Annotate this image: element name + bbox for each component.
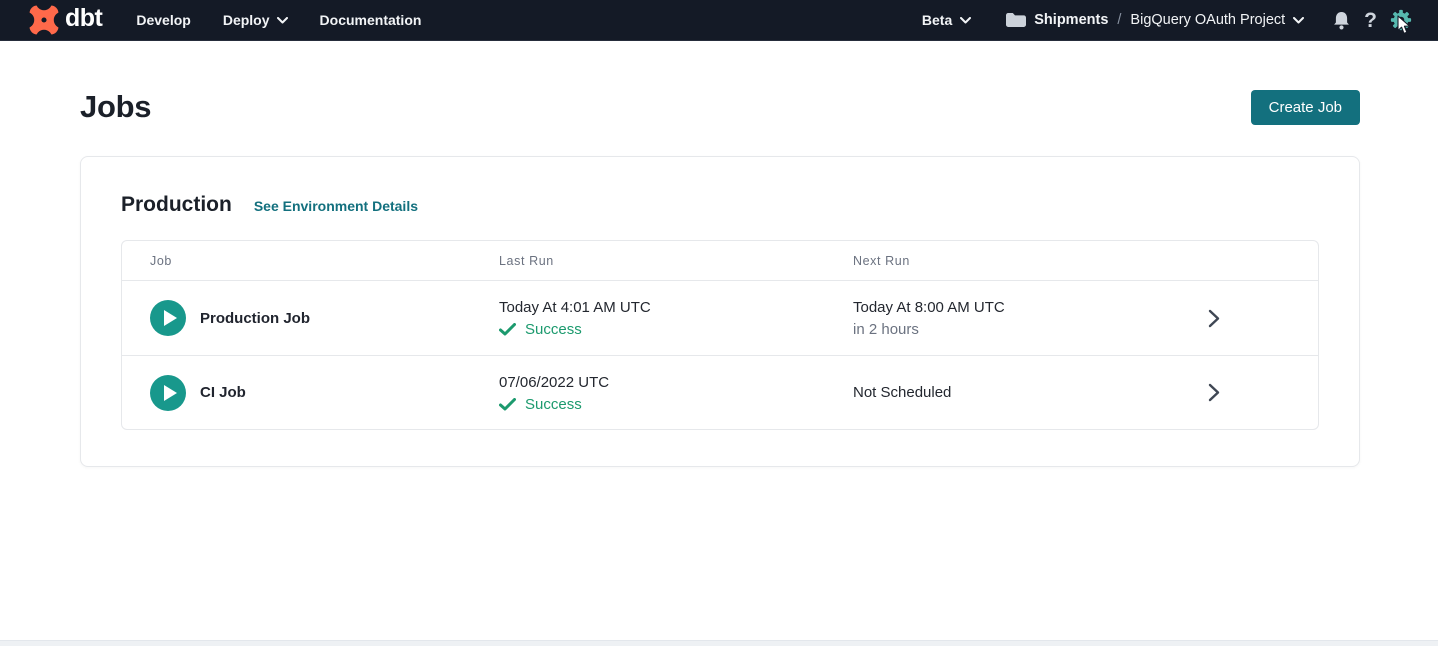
play-icon: [164, 310, 177, 326]
help-question-icon[interactable]: ?: [1364, 10, 1377, 31]
job-cell: CI Job: [150, 375, 499, 411]
success-check-icon: [499, 398, 516, 411]
bottom-page-edge: [0, 640, 1438, 646]
play-icon: [164, 385, 177, 401]
jobs-table: Job Last Run Next Run Production Job Tod…: [121, 240, 1319, 430]
chevron-down-icon: [277, 17, 288, 24]
run-job-play-button[interactable]: [150, 375, 186, 411]
environment-card: Production See Environment Details Job L…: [80, 156, 1360, 467]
navbar-icon-cluster: ?: [1332, 9, 1412, 31]
nav-item-deploy-label: Deploy: [223, 12, 270, 28]
row-open-cell: [1110, 383, 1318, 402]
next-run-time: Not Scheduled: [853, 383, 1110, 402]
last-run-status: Success: [499, 321, 853, 338]
job-cell: Production Job: [150, 300, 499, 336]
next-run-cell: Today At 8:00 AM UTC in 2 hours: [853, 298, 1110, 339]
last-run-cell: 07/06/2022 UTC Success: [499, 373, 853, 413]
row-open-cell: [1110, 309, 1318, 328]
dbt-logo[interactable]: dbt: [26, 3, 102, 37]
navbar-right: Beta Shipments / BigQuery OAuth Project: [922, 9, 1412, 31]
success-check-icon: [499, 323, 516, 336]
jobs-table-header: Job Last Run Next Run: [122, 241, 1318, 281]
nav-item-documentation[interactable]: Documentation: [320, 12, 422, 28]
last-run-time: Today At 4:01 AM UTC: [499, 298, 853, 317]
breadcrumb-separator: /: [1116, 12, 1122, 28]
chevron-down-icon: [1293, 17, 1304, 24]
nav-item-deploy[interactable]: Deploy: [223, 12, 288, 28]
beta-dropdown[interactable]: Beta: [922, 12, 971, 28]
dbt-logo-icon: [26, 3, 62, 37]
next-run-cell: Not Scheduled: [853, 383, 1110, 402]
last-run-status: Success: [499, 396, 853, 413]
settings-gear-icon[interactable]: [1390, 9, 1412, 31]
column-header-job: Job: [150, 254, 499, 268]
primary-nav: Develop Deploy Documentation: [136, 12, 421, 28]
last-run-time: 07/06/2022 UTC: [499, 373, 853, 392]
dbt-logo-text: dbt: [65, 6, 102, 34]
chevron-right-icon[interactable]: [1208, 309, 1220, 328]
breadcrumb-environment[interactable]: BigQuery OAuth Project: [1130, 12, 1285, 28]
environment-header: Production See Environment Details: [121, 193, 1319, 217]
page-title: Jobs: [80, 89, 151, 125]
breadcrumb-project[interactable]: Shipments: [1034, 12, 1108, 28]
table-row-ci-job[interactable]: CI Job 07/06/2022 UTC Success Not Schedu…: [122, 355, 1318, 429]
top-navbar: dbt Develop Deploy Documentation Beta Sh…: [0, 0, 1438, 41]
nav-item-develop[interactable]: Develop: [136, 12, 190, 28]
folder-icon: [1005, 12, 1026, 28]
nav-item-develop-label: Develop: [136, 12, 190, 28]
column-header-last-run: Last Run: [499, 254, 853, 268]
status-badge: Success: [525, 321, 582, 338]
status-badge: Success: [525, 396, 582, 413]
beta-label: Beta: [922, 12, 952, 28]
chevron-down-icon: [960, 17, 971, 24]
notifications-bell-icon[interactable]: [1332, 10, 1351, 31]
page-header: Jobs Create Job: [0, 89, 1438, 125]
table-row-production-job[interactable]: Production Job Today At 4:01 AM UTC Succ…: [122, 281, 1318, 355]
job-name: CI Job: [200, 384, 246, 401]
last-run-cell: Today At 4:01 AM UTC Success: [499, 298, 853, 338]
column-header-next-run: Next Run: [853, 254, 1110, 268]
next-run-note: in 2 hours: [853, 320, 1110, 339]
chevron-right-icon[interactable]: [1208, 383, 1220, 402]
breadcrumb[interactable]: Shipments / BigQuery OAuth Project: [1005, 12, 1304, 28]
create-job-button[interactable]: Create Job: [1251, 90, 1360, 125]
see-environment-details-link[interactable]: See Environment Details: [254, 198, 418, 214]
environment-title: Production: [121, 193, 232, 217]
next-run-time: Today At 8:00 AM UTC: [853, 298, 1110, 317]
job-name: Production Job: [200, 310, 310, 327]
nav-item-documentation-label: Documentation: [320, 12, 422, 28]
run-job-play-button[interactable]: [150, 300, 186, 336]
